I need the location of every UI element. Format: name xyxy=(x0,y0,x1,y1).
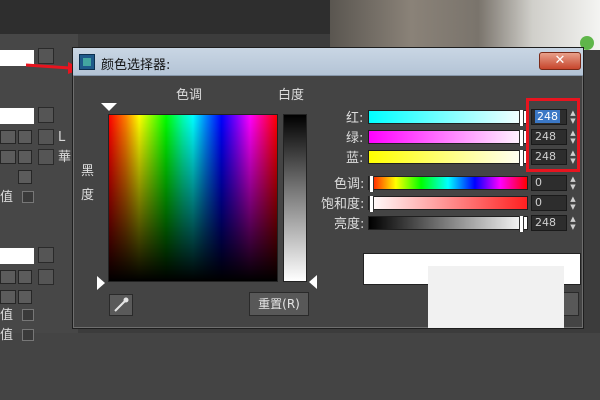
hue-slider-knob[interactable] xyxy=(369,176,374,192)
hue-slider[interactable] xyxy=(368,176,528,192)
brightness-value-field[interactable]: 248 xyxy=(531,215,567,231)
background-spinner[interactable] xyxy=(0,290,16,304)
background-label: 值 xyxy=(0,190,14,205)
brightness-slider-knob[interactable] xyxy=(519,216,524,232)
blackness-gradient xyxy=(109,115,277,281)
brightness-spinner[interactable]: ▲ ▼ xyxy=(569,215,577,231)
background-label: 華 xyxy=(58,150,72,165)
background-map-button[interactable] xyxy=(38,247,54,263)
background-spinner[interactable] xyxy=(0,150,16,164)
brightness-slider[interactable] xyxy=(368,216,528,232)
background-map-button[interactable] xyxy=(38,149,54,165)
saturation-slider-knob[interactable] xyxy=(369,196,374,212)
blue-slider-knob[interactable] xyxy=(519,150,524,166)
background-color-swatch[interactable] xyxy=(0,248,34,264)
green-slider-knob[interactable] xyxy=(519,130,524,146)
background-spinner[interactable] xyxy=(18,270,32,284)
red-slider-knob[interactable] xyxy=(519,110,524,126)
background-viewport-image xyxy=(330,0,600,50)
background-bottom-panel xyxy=(0,333,600,400)
hue-value-field[interactable]: 0 xyxy=(531,175,567,191)
hue-label: 色调 xyxy=(176,88,203,103)
reset-button[interactable]: 重置(R) xyxy=(249,292,309,316)
saturation-value-field[interactable]: 0 xyxy=(531,195,567,211)
eyedropper-button[interactable] xyxy=(109,294,133,316)
whiteness-label: 白度 xyxy=(278,88,305,103)
blue-label: 蓝: xyxy=(346,151,364,166)
watermark-overlay xyxy=(428,266,564,328)
background-checkbox[interactable] xyxy=(22,309,34,321)
background-side-panel xyxy=(0,34,78,334)
background-spinner[interactable] xyxy=(18,170,32,184)
rgb-highlight-box xyxy=(526,98,580,172)
blue-slider[interactable] xyxy=(368,150,528,166)
background-label: L xyxy=(58,130,66,145)
hue-row-label: 色调: xyxy=(334,177,365,192)
hue-marker[interactable] xyxy=(101,103,117,111)
green-slider[interactable] xyxy=(368,130,528,146)
hue-spinner[interactable]: ▲ ▼ xyxy=(569,175,577,191)
eyedropper-icon xyxy=(114,297,129,312)
hue-blackness-field[interactable] xyxy=(108,114,278,282)
background-map-button[interactable] xyxy=(38,269,54,285)
red-label: 红: xyxy=(346,111,364,126)
background-color-swatch[interactable] xyxy=(0,108,34,124)
saturation-spinner[interactable]: ▲ ▼ xyxy=(569,195,577,211)
whiteness-marker[interactable] xyxy=(309,275,317,289)
app-icon xyxy=(79,54,95,70)
red-slider[interactable] xyxy=(368,110,528,126)
background-label: 值 xyxy=(0,308,14,323)
background-spinner[interactable] xyxy=(18,150,32,164)
background-checkbox[interactable] xyxy=(22,191,34,203)
close-button[interactable]: ✕ xyxy=(539,52,581,70)
background-label: 值 xyxy=(0,328,14,343)
brightness-label: 亮度: xyxy=(334,217,365,232)
saturation-slider[interactable] xyxy=(368,196,528,212)
dialog-titlebar[interactable]: 颜色选择器: ✕ xyxy=(73,48,583,76)
background-checkbox[interactable] xyxy=(22,329,34,341)
color-picker-dialog: 颜色选择器: ✕ 色调 白度 黑度 重置(R) 红: 248 ▲ ▼ 绿: 248… xyxy=(72,47,584,329)
whiteness-bar[interactable] xyxy=(283,114,307,282)
green-label: 绿: xyxy=(346,131,364,146)
saturation-label: 饱和度: xyxy=(321,197,365,212)
background-spinner[interactable] xyxy=(0,270,16,284)
background-spinner[interactable] xyxy=(0,130,16,144)
background-spinner[interactable] xyxy=(18,130,32,144)
blackness-label: 黑度 xyxy=(81,164,95,203)
background-map-button[interactable] xyxy=(38,107,54,123)
background-map-button[interactable] xyxy=(38,129,54,145)
dialog-title: 颜色选择器: xyxy=(101,58,171,73)
blackness-marker[interactable] xyxy=(97,276,105,290)
background-spinner[interactable] xyxy=(18,290,32,304)
close-icon: ✕ xyxy=(554,53,566,68)
